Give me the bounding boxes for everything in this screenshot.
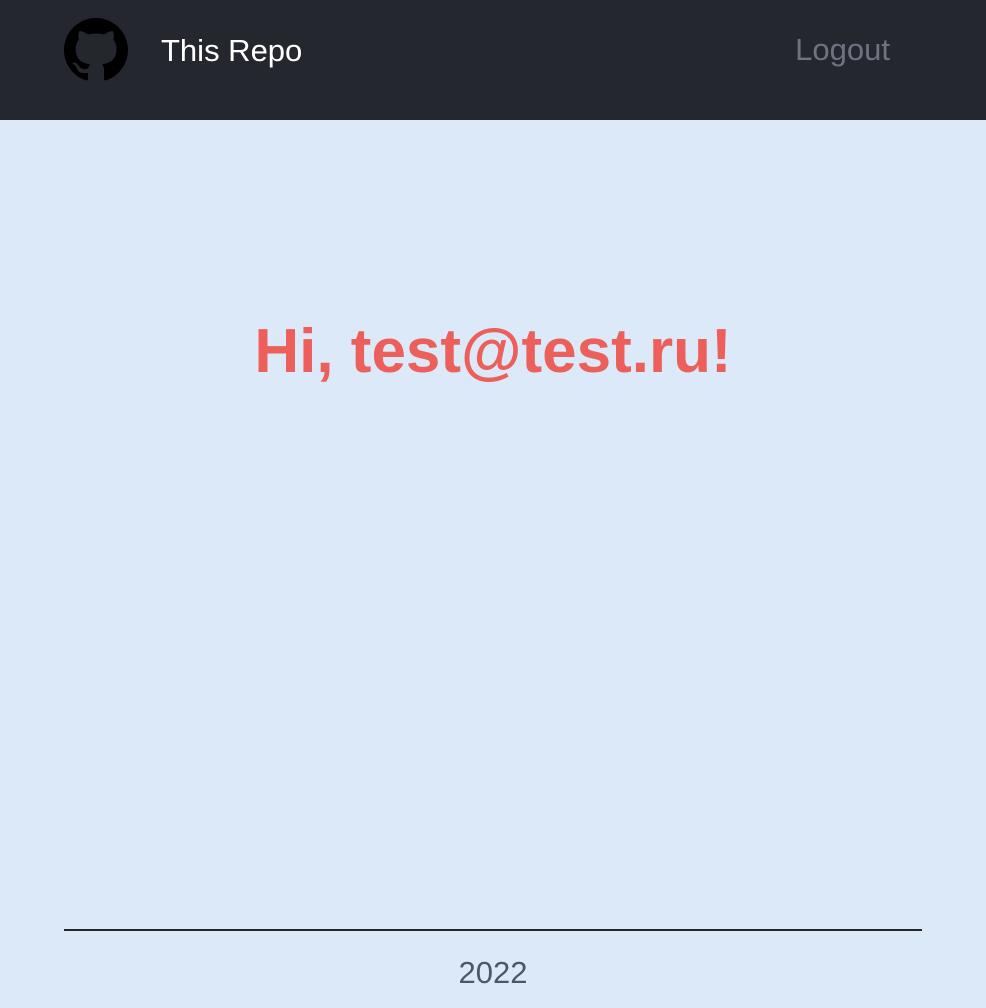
github-logo-link[interactable] (64, 18, 128, 82)
footer-divider (64, 929, 922, 931)
github-octocat-icon (64, 18, 128, 81)
top-navbar: This Repo Logout (0, 0, 986, 120)
logout-link[interactable]: Logout (795, 29, 890, 71)
footer-year: 2022 (458, 955, 528, 990)
main-content: Hi, test@test.ru! (0, 120, 986, 930)
greeting-heading: Hi, test@test.ru! (254, 317, 732, 386)
this-repo-link[interactable]: This Repo (161, 30, 302, 72)
